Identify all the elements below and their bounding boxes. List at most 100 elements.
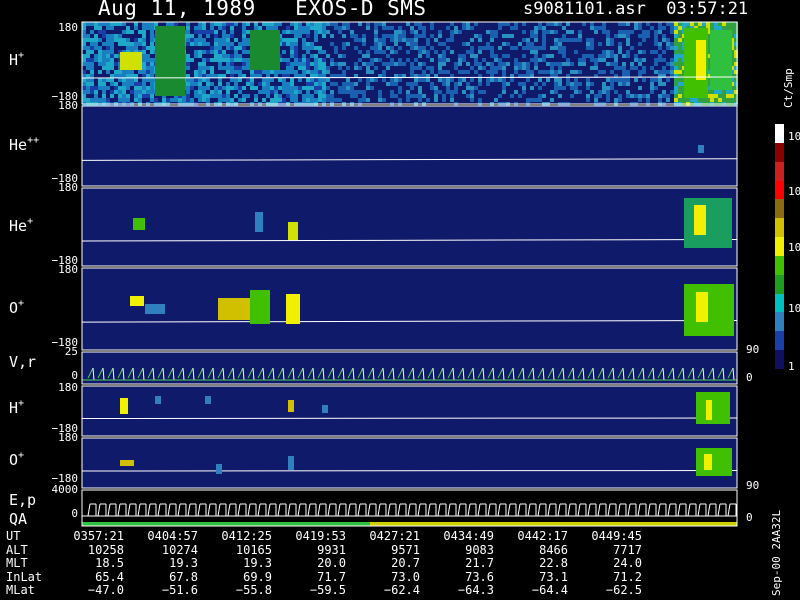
heatmap-cell: [194, 78, 198, 82]
heatmap-cell: [230, 58, 234, 62]
heatmap-cell: [186, 42, 190, 46]
heatmap-cell: [90, 86, 94, 90]
heatmap-cell: [258, 82, 262, 86]
heatmap-cell: [122, 82, 126, 86]
heatmap-cell: [646, 30, 650, 34]
heatmap-cell: [306, 42, 310, 46]
heatmap-cell: [450, 98, 454, 102]
heatmap-cell: [502, 42, 506, 46]
heatmap-cell: [570, 38, 574, 42]
heatmap-cell: [210, 94, 214, 98]
heatmap-cell: [114, 70, 118, 74]
heatmap-cell: [518, 42, 522, 46]
heatmap-cell: [290, 38, 294, 42]
heatmap-cell: [422, 78, 426, 82]
heatmap-cell: [210, 90, 214, 94]
heatmap-cell: [86, 22, 90, 26]
heatmap-cell: [106, 46, 110, 50]
heatmap-cell: [274, 98, 278, 102]
heatmap-cell: [586, 98, 590, 102]
heatmap-cell: [238, 70, 242, 74]
heatmap-cell: [662, 50, 666, 54]
heatmap-cell: [506, 62, 510, 66]
heatmap-cell: [574, 70, 578, 74]
heatmap-cell: [422, 34, 426, 38]
heatmap-cell: [470, 66, 474, 70]
heatmap-cell: [414, 46, 418, 50]
heatmap-cell: [418, 54, 422, 58]
heatmap-cell: [338, 30, 342, 34]
heatmap-cell: [526, 66, 530, 70]
colorbar-segment: [775, 331, 784, 351]
heatmap-cell: [694, 98, 698, 102]
heatmap-cell: [138, 42, 142, 46]
heatmap-cell: [674, 66, 678, 70]
heatmap-blob: [145, 304, 165, 314]
heatmap-cell: [330, 62, 334, 66]
heatmap-cell: [82, 70, 86, 74]
heatmap-cell: [590, 90, 594, 94]
heatmap-blob: [288, 456, 294, 470]
heatmap-cell: [342, 54, 346, 58]
heatmap-cell: [682, 22, 686, 26]
heatmap-cell: [642, 66, 646, 70]
heatmap-cell: [602, 70, 606, 74]
heatmap-cell: [226, 58, 230, 62]
heatmap-cell: [138, 86, 142, 90]
heatmap-cell: [126, 98, 130, 102]
table-row: MLT 18.5 19.3 19.3 20.0 20.7 21.7 22.8 2…: [6, 557, 642, 571]
heatmap-cell: [414, 78, 418, 82]
heatmap-cell: [722, 26, 726, 30]
heatmap-cell: [630, 66, 634, 70]
panel-label-o-plus-2: O+: [9, 450, 25, 469]
heatmap-cell: [398, 30, 402, 34]
heatmap-cell: [234, 86, 238, 90]
heatmap-cell: [106, 54, 110, 58]
heatmap-cell: [150, 82, 154, 86]
heatmap-cell: [554, 38, 558, 42]
heatmap-cell: [662, 82, 666, 86]
heatmap-cell: [678, 82, 682, 86]
heatmap-cell: [534, 66, 538, 70]
heatmap-cell: [130, 70, 134, 74]
heatmap-cell: [574, 38, 578, 42]
heatmap-cell: [222, 34, 226, 38]
heatmap-cell: [378, 98, 382, 102]
heatmap-cell: [218, 94, 222, 98]
heatmap-cell: [262, 98, 266, 102]
heatmap-cell: [354, 82, 358, 86]
heatmap-cell: [242, 46, 246, 50]
panel-background: [82, 268, 737, 350]
heatmap-cell: [254, 86, 258, 90]
heatmap-cell: [586, 54, 590, 58]
heatmap-cell: [602, 90, 606, 94]
heatmap-cell: [414, 58, 418, 62]
heatmap-cell: [530, 50, 534, 54]
heatmap-cell: [730, 90, 734, 94]
heatmap-cell: [90, 74, 94, 78]
heatmap-cell: [618, 22, 622, 26]
heatmap-cell: [342, 70, 346, 74]
heatmap-cell: [82, 34, 86, 38]
heatmap-cell: [542, 94, 546, 98]
heatmap-cell: [142, 86, 146, 90]
heatmap-cell: [494, 30, 498, 34]
heatmap-cell: [590, 58, 594, 62]
heatmap-cell: [366, 50, 370, 54]
heatmap-cell: [654, 78, 658, 82]
heatmap-cell: [246, 82, 250, 86]
heatmap-cell: [370, 78, 374, 82]
heatmap-cell: [666, 70, 670, 74]
heatmap-cell: [266, 26, 270, 30]
heatmap-cell: [398, 78, 402, 82]
heatmap-cell: [650, 86, 654, 90]
heatmap-cell: [670, 22, 674, 26]
heatmap-cell: [590, 42, 594, 46]
heatmap-cell: [378, 38, 382, 42]
heatmap-cell: [486, 42, 490, 46]
heatmap-cell: [538, 78, 542, 82]
heatmap-cell: [542, 34, 546, 38]
heatmap-cell: [718, 22, 722, 26]
heatmap-cell: [110, 26, 114, 30]
heatmap-cell: [230, 34, 234, 38]
